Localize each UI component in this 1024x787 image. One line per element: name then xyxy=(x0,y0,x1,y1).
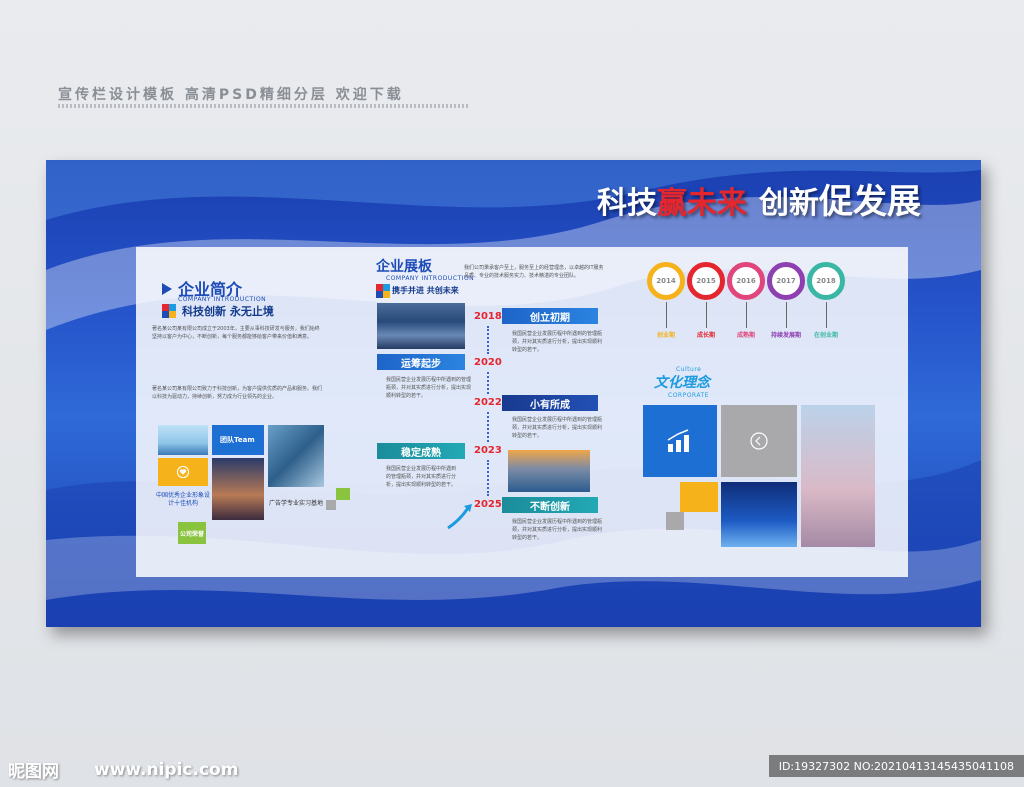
sea-photo xyxy=(508,450,590,492)
milestone-text: 我国民营企业发展历程中所遇到的管理瓶颈，并对其实质进行分析，提出实现顺利转型的若… xyxy=(512,331,602,353)
gray-square xyxy=(326,500,336,510)
stage-pin xyxy=(786,302,787,328)
brand-logo-icon xyxy=(376,284,390,298)
play-tile[interactable] xyxy=(721,405,797,477)
team-tile: 团队Team xyxy=(212,425,264,455)
stage-year: 2014 xyxy=(656,277,676,285)
slogan-part2: 创新促发展 xyxy=(759,174,921,223)
board-intro-text: 我们公司秉承客户至上，服务至上的经营理念，以卓越的IT服务品质、专业的技术服务实… xyxy=(464,265,604,279)
culture-subtitle: CORPORATE xyxy=(668,392,709,399)
intro-paragraph-2: 著名某公司某有限公司致力于科技创新，为客户提供优质的产品和服务。我们以科技为驱动… xyxy=(152,386,322,400)
stage-circle: 2016 xyxy=(727,262,765,300)
stage-year: 2015 xyxy=(696,277,716,285)
stage-circle: 2017 xyxy=(767,262,805,300)
timeline-dots xyxy=(487,412,489,442)
intro-paragraph-1: 著名某公司某有限公司成立于2003年，主要从事科技研发与服务，我们始终坚持以客户… xyxy=(152,326,320,340)
stage-pin xyxy=(706,302,707,328)
chart-tile xyxy=(643,405,717,477)
stage-circle: 2018 xyxy=(807,262,845,300)
arrow-icon xyxy=(162,283,172,295)
board-title: 企业展板 xyxy=(376,259,432,275)
brand-logo-icon xyxy=(162,304,176,318)
skyline-photo xyxy=(721,482,797,547)
stage-year: 2018 xyxy=(816,277,836,285)
green-square xyxy=(336,488,350,500)
lake-photo xyxy=(377,303,465,349)
stage-year: 2016 xyxy=(736,277,756,285)
gray-square xyxy=(666,512,684,530)
image-id: ID:19327302 NO:20210413145435041108 xyxy=(768,755,1024,777)
milestone-text: 我国民营企业发展历程中所遇到的管理瓶颈，并对其实质进行分析，提出实现顺利转型的若… xyxy=(512,519,602,541)
slogan: 科技赢未来 创新促发展 xyxy=(597,174,921,223)
milestone-year: 2022 xyxy=(474,397,502,408)
milestone-banner: 不断创新 xyxy=(502,497,598,513)
milestone-banner: 稳定成熟 xyxy=(377,443,465,459)
board-subtitle: COMPANY INTRODUCTION xyxy=(386,275,475,282)
stage-pin xyxy=(826,302,827,328)
stage-label: 在创业期 xyxy=(813,332,838,339)
slogan-part1-red: 赢未来 xyxy=(657,186,747,221)
tower-photo xyxy=(801,405,875,547)
site-logo[interactable]: 昵图网 xyxy=(8,757,59,782)
yellow-square xyxy=(680,482,718,512)
building-photo xyxy=(268,425,324,487)
milestone-banner: 运筹起步 xyxy=(377,354,465,370)
milestone-text: 我国民营企业发展历程中所遇到的管理瓶颈，并对其实质进行分析，提出实现顺利转型的若… xyxy=(512,417,602,439)
display-board: 科技赢未来 创新促发展 企业简介 COMPANY INTRODUCTION 科技… xyxy=(46,160,981,627)
stage-year: 2017 xyxy=(776,277,796,285)
header-rule xyxy=(58,104,468,108)
milestone-banner: 创立初期 xyxy=(502,308,598,324)
timeline-dots xyxy=(487,460,489,496)
city-photo xyxy=(158,425,208,455)
caption-design-agency: 中国优秀企业形象设计十佳机构 xyxy=(155,492,210,507)
heart-icon xyxy=(176,465,190,479)
culture-title: 文化理念 xyxy=(654,375,710,391)
milestone-year: 2020 xyxy=(474,357,502,368)
site-url[interactable]: www.nipic.com xyxy=(94,760,238,780)
stage-circle: 2015 xyxy=(687,262,725,300)
stage-pin xyxy=(746,302,747,328)
milestone-text: 我国民营企业发展历程中所遇到的管理瓶颈，并对其实质进行分析，提出实现顺利转型的若… xyxy=(386,377,472,399)
honor-tile: 公司荣誉 xyxy=(178,522,206,544)
bar-chart-icon xyxy=(667,429,689,452)
slogan-part2-big: 促发展 xyxy=(819,182,921,222)
milestone-year: 2018 xyxy=(474,311,502,322)
slogan-part1: 科技赢未来 xyxy=(597,178,747,222)
intro-subtitle: COMPANY INTRODUCTION xyxy=(178,296,267,303)
intro-tagline: 科技创新 永无止境 xyxy=(182,305,274,318)
stage-pin xyxy=(666,302,667,328)
board-tagline: 携手并进 共创未来 xyxy=(392,286,459,295)
milestone-year: 2023 xyxy=(474,445,502,456)
night-photo xyxy=(212,458,264,520)
header-text: 宣传栏设计模板 高清PSD精细分层 欢迎下载 xyxy=(58,87,404,103)
milestone-banner: 小有所成 xyxy=(502,395,598,411)
timeline-dots xyxy=(487,326,489,354)
caption-intern-base: 广告学专业实习基地 xyxy=(268,500,323,507)
timeline-dots xyxy=(487,372,489,394)
growth-arrow-icon xyxy=(447,504,472,530)
heart-tile xyxy=(158,458,208,486)
stage-circle: 2014 xyxy=(647,262,685,300)
back-arrow-icon xyxy=(750,432,768,450)
slogan-part2-prefix: 创新 xyxy=(759,186,819,221)
slogan-part1-prefix: 科技 xyxy=(597,186,657,221)
